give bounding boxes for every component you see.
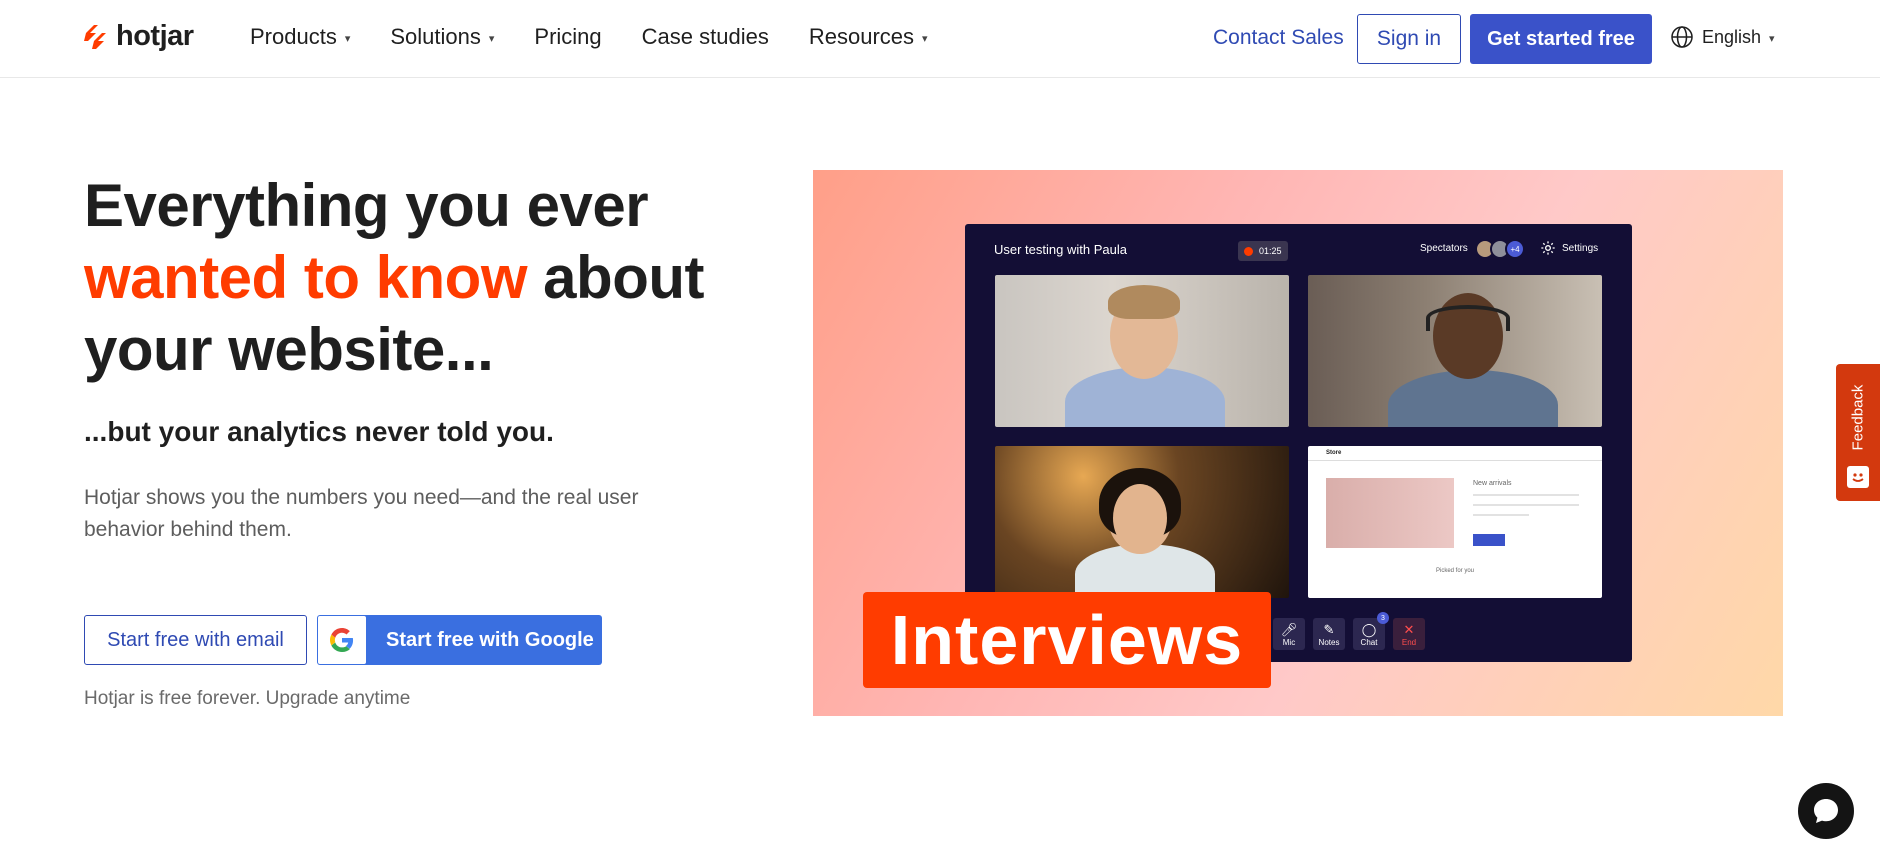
start-free-email-button[interactable]: Start free with email <box>84 615 307 665</box>
hero-headline: Everything you ever wanted to know about… <box>84 170 734 386</box>
notes-control: ✎ Notes <box>1313 618 1345 650</box>
google-button-label: Start free with Google <box>386 628 594 651</box>
call-title: User testing with Paula <box>994 242 1127 257</box>
nav-products[interactable]: Products ▾ <box>250 24 350 50</box>
shared-screen-store: Store New arrivals Picked for you <box>1308 446 1602 598</box>
language-label: English <box>1702 26 1762 47</box>
chevron-down-icon: ▾ <box>488 32 495 45</box>
mic-icon: 🎤︎ <box>1280 622 1298 637</box>
video-tile-participant-1 <box>995 275 1289 427</box>
nav-case-studies[interactable]: Case studies <box>642 24 769 50</box>
interviews-caption: Interviews <box>863 592 1271 688</box>
get-started-free-button[interactable]: Get started free <box>1470 14 1652 64</box>
main-nav: Products ▾ Solutions ▾ Pricing Case stud… <box>250 24 968 50</box>
video-tile-participant-3 <box>995 446 1289 598</box>
headline-line-1: Everything you ever <box>84 172 649 239</box>
end-control: ✕ End <box>1393 618 1425 650</box>
spectator-avatars: +4 <box>1475 239 1525 259</box>
settings-label: Settings <box>1562 242 1599 254</box>
hotjar-logo-icon <box>84 24 106 49</box>
text-line <box>1473 514 1529 516</box>
nav-resources-label: Resources <box>808 24 914 49</box>
hero-interview-illustration: User testing with Paula 01:25 Spectators… <box>813 170 1783 716</box>
text-line <box>1473 504 1579 506</box>
gear-icon <box>1541 241 1555 255</box>
chat-control: ◯ Chat 3 <box>1353 612 1389 650</box>
headline-accent: wanted to know <box>84 244 528 311</box>
start-free-google-button[interactable]: Start free with Google <box>317 615 602 665</box>
chevron-down-icon: ▾ <box>344 32 351 45</box>
mic-label: Mic <box>1282 638 1296 647</box>
google-icon <box>330 628 354 652</box>
sign-in-button[interactable]: Sign in <box>1357 14 1461 64</box>
language-selector[interactable]: English ▾ <box>1670 25 1775 49</box>
nav-pricing[interactable]: Pricing <box>534 24 601 50</box>
nav-pricing-label: Pricing <box>534 24 602 49</box>
globe-icon <box>1671 26 1693 48</box>
nav-case-studies-label: Case studies <box>641 24 769 49</box>
headset-icon <box>1426 305 1510 331</box>
feedback-label-wrap: Feedback <box>1844 372 1872 462</box>
participant-face <box>1113 484 1167 552</box>
nav-resources[interactable]: Resources ▾ <box>809 24 928 50</box>
spectators-label: Spectators <box>1420 243 1468 254</box>
chevron-down-icon: ▾ <box>922 32 928 45</box>
video-tile-participant-2 <box>1308 275 1602 427</box>
avatar-more: +4 <box>1505 239 1525 259</box>
chat-bubble-icon <box>1814 799 1838 823</box>
call-controls: 🎤︎ Mic ✎ Notes ◯ Chat 3 ✕ End <box>1273 612 1425 650</box>
hero-subheadline: ...but your analytics never told you. <box>84 416 554 447</box>
chevron-down-icon: ▾ <box>1769 32 1775 45</box>
store-nav-divider <box>1308 460 1602 461</box>
store-label: Store <box>1326 450 1342 456</box>
nav-solutions-label: Solutions <box>390 24 481 49</box>
recording-timer: 01:25 <box>1238 241 1288 261</box>
picked-for-you-label: Picked for you <box>1436 568 1475 574</box>
text-line <box>1473 494 1579 496</box>
top-navigation-bar: hotjar Products ▾ Solutions ▾ Pricing Ca… <box>0 0 1880 78</box>
nav-products-label: Products <box>250 24 337 49</box>
participant-hair <box>1108 285 1180 319</box>
google-icon-box <box>318 616 366 664</box>
hotjar-logo[interactable]: hotjar <box>84 20 194 53</box>
chat-widget-button[interactable] <box>1798 783 1854 839</box>
product-image <box>1326 478 1454 548</box>
logo-wordmark: hotjar <box>116 20 194 52</box>
new-arrivals-label: New arrivals <box>1473 480 1512 487</box>
close-icon: ✕ <box>1403 622 1415 637</box>
free-forever-note: Hotjar is free forever. Upgrade anytime <box>84 688 411 709</box>
call-settings: Settings <box>1540 240 1598 256</box>
timer-value: 01:25 <box>1259 246 1282 256</box>
contact-sales-link[interactable]: Contact Sales <box>1213 26 1344 50</box>
chat-icon: ◯ <box>1361 622 1377 637</box>
chat-label: Chat <box>1360 638 1378 647</box>
notes-label: Notes <box>1318 638 1340 647</box>
mic-control: 🎤︎ Mic <box>1273 618 1305 650</box>
feedback-smiley-icon <box>1847 466 1869 488</box>
end-label: End <box>1401 638 1417 647</box>
feedback-tab[interactable]: Feedback <box>1836 364 1880 501</box>
record-dot-icon <box>1244 246 1253 256</box>
nav-solutions[interactable]: Solutions ▾ <box>390 24 494 50</box>
shop-now-button <box>1473 534 1505 546</box>
chat-badge: 3 <box>1377 612 1389 624</box>
pencil-icon: ✎ <box>1323 622 1335 637</box>
hero-description: Hotjar shows you the numbers you need—an… <box>84 486 639 541</box>
feedback-label: Feedback <box>1849 384 1867 450</box>
